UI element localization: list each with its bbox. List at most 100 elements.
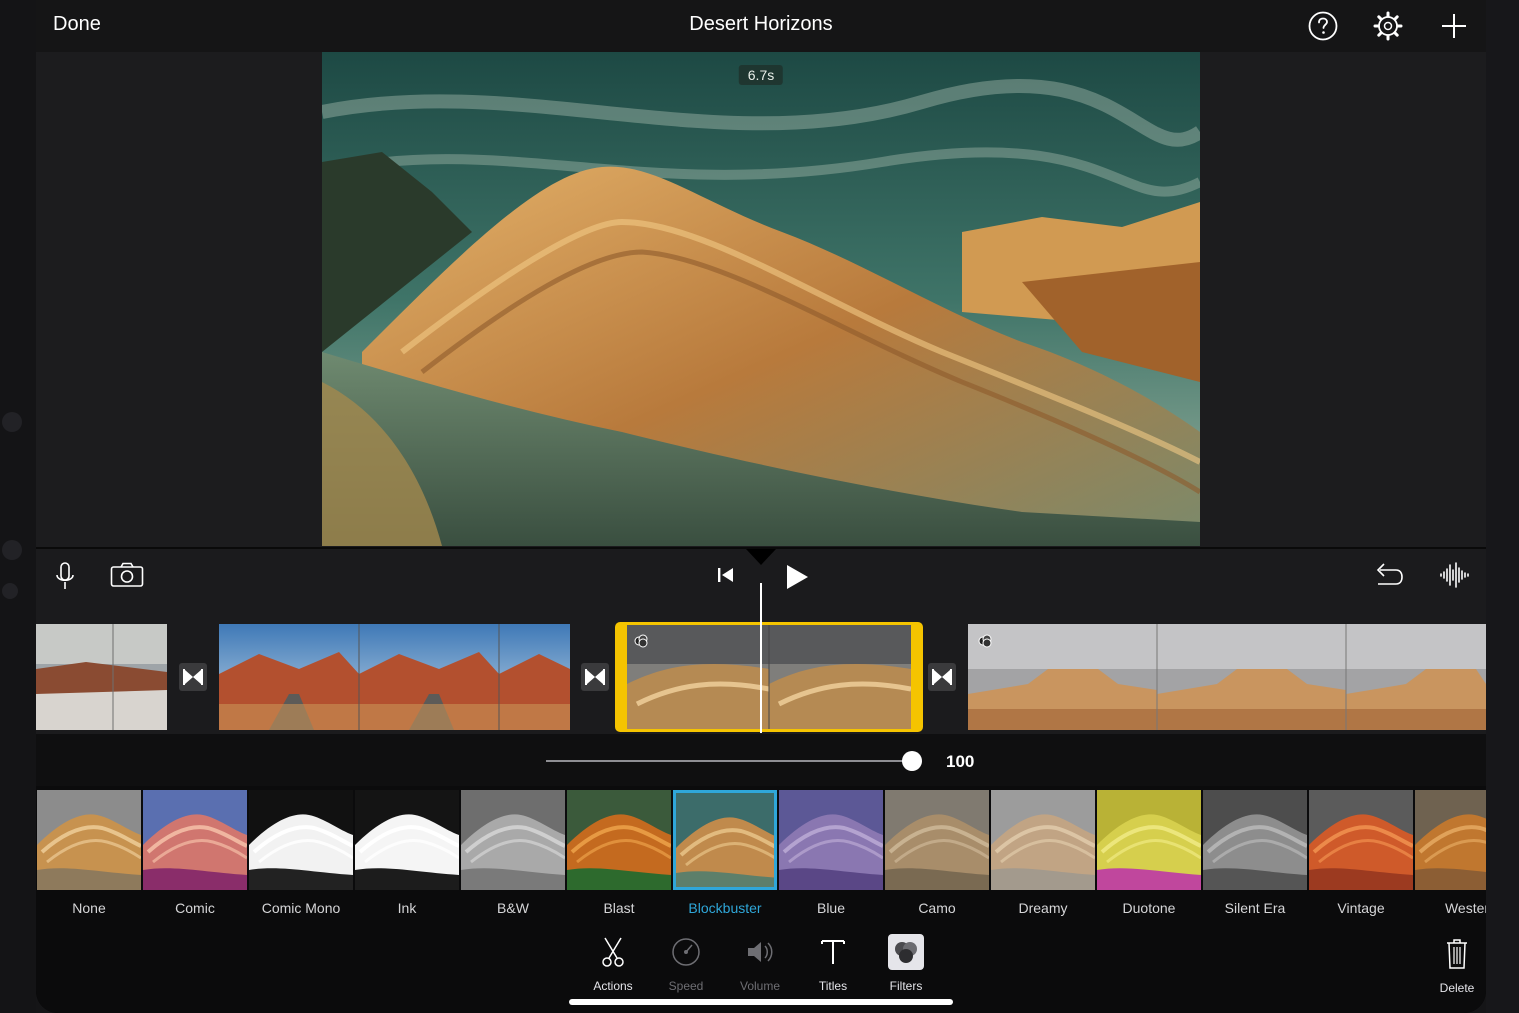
filter-label: Vintage (1337, 900, 1385, 916)
video-preview[interactable]: 6.7s (322, 52, 1200, 546)
filter-option[interactable]: Duotone (1097, 790, 1201, 916)
filter-label: Silent Era (1224, 900, 1286, 916)
actions-label: Actions (593, 979, 633, 993)
volume-button[interactable]: Volume (725, 934, 795, 994)
clip-thumbnail (219, 624, 570, 730)
transition-button[interactable] (179, 663, 207, 691)
slider-track[interactable] (546, 760, 912, 762)
filter-option[interactable]: B&W (461, 790, 565, 916)
filter-option[interactable]: Blue (779, 790, 883, 916)
clip-thumbnail (968, 624, 1486, 730)
clip-selection-border[interactable] (615, 622, 923, 732)
filter-thumbnail (461, 790, 565, 890)
filter-option[interactable]: Dreamy (991, 790, 1095, 916)
actions-button[interactable]: Actions (578, 934, 648, 994)
speed-label: Speed (668, 979, 704, 993)
home-indicator[interactable] (569, 999, 953, 1005)
filter-thumbnail (1415, 790, 1486, 890)
filter-option[interactable]: Wester (1415, 790, 1486, 916)
filter-applied-icon (634, 634, 648, 648)
filter-thumbnail (1097, 790, 1201, 890)
microphone-icon[interactable] (54, 561, 76, 593)
speed-button[interactable]: Speed (651, 934, 721, 994)
titles-t-icon (821, 940, 845, 964)
volume-label: Volume (739, 979, 781, 993)
filter-option[interactable]: Ink (355, 790, 459, 916)
filter-thumbnail (249, 790, 353, 890)
filter-thumbnail (355, 790, 459, 890)
playhead-marker (746, 549, 776, 565)
settings-gear-icon[interactable] (1372, 10, 1404, 42)
speedometer-icon (672, 938, 700, 966)
preview-frame-image (322, 52, 1200, 546)
filters-label: Filters (889, 979, 923, 993)
filter-option[interactable]: Comic Mono (249, 790, 353, 916)
project-title: Desert Horizons (689, 13, 833, 35)
slider-knob[interactable] (902, 751, 922, 771)
filter-thumbnail (885, 790, 989, 890)
top-bar: Done Desert Horizons (36, 0, 1486, 52)
transition-button[interactable] (581, 663, 609, 691)
transition-bowtie-icon (585, 669, 605, 685)
clip-duration-label: 6.7s (738, 65, 784, 85)
filter-label: Blast (603, 900, 635, 916)
filter-thumbnail (567, 790, 671, 890)
video-viewer: 6.7s (36, 52, 1486, 547)
filter-thumbnail (37, 790, 141, 890)
filter-label: None (72, 900, 106, 916)
trash-icon (1447, 939, 1467, 969)
clip-thumbnail (36, 624, 167, 730)
filter-option[interactable]: None (37, 790, 141, 916)
filter-thumbnail (1203, 790, 1307, 890)
filter-option[interactable]: Comic (143, 790, 247, 916)
delete-label: Delete (1439, 981, 1475, 995)
filters-button[interactable]: Filters (871, 934, 941, 994)
left-bezel (0, 0, 36, 1013)
filter-option[interactable]: Blockbuster (673, 790, 777, 916)
undo-icon[interactable] (1372, 561, 1404, 589)
filter-option[interactable]: Vintage (1309, 790, 1413, 916)
filter-label: Comic (175, 900, 215, 916)
filter-thumbnail (143, 790, 247, 890)
filter-intensity-slider: 100 (36, 734, 1486, 786)
audio-waveform-icon[interactable] (1438, 561, 1470, 589)
bottom-toolbar: Actions Speed Volume Titles Filters Dele… (36, 920, 1486, 1013)
filter-label: Comic Mono (261, 900, 341, 916)
filter-option[interactable]: Silent Era (1203, 790, 1307, 916)
filter-option[interactable]: Blast (567, 790, 671, 916)
filter-thumbnail (673, 790, 777, 890)
timeline-clip[interactable] (219, 624, 570, 730)
filter-picker: None Comic Comic Mono Ink B&W Blast Blockbuste… (36, 786, 1486, 920)
filter-label: B&W (497, 900, 529, 916)
scissors-icon (602, 937, 624, 967)
timeline-clip[interactable] (36, 624, 167, 730)
transition-bowtie-icon (932, 669, 952, 685)
skip-to-start-icon[interactable] (716, 565, 736, 585)
titles-button[interactable]: Titles (798, 934, 868, 994)
timeline-clip[interactable] (968, 624, 1486, 730)
filter-applied-icon (978, 634, 992, 648)
imovie-window: Done Desert Horizons 6.7s 100 None Comic… (36, 0, 1486, 1013)
filter-label: Blue (816, 900, 846, 916)
help-icon[interactable] (1307, 10, 1339, 42)
slider-value: 100 (946, 752, 975, 771)
filter-label: Wester (1444, 900, 1486, 916)
play-icon[interactable] (784, 563, 810, 591)
right-bezel (1486, 0, 1519, 1013)
camera-icon[interactable] (110, 562, 144, 588)
filter-label: Dreamy (1018, 900, 1068, 916)
bezel-dot (2, 583, 18, 599)
add-plus-icon[interactable] (1438, 10, 1470, 42)
filters-icon (888, 934, 924, 970)
filter-thumbnail (991, 790, 1095, 890)
bezel-dot (2, 412, 22, 432)
filter-thumbnail (1309, 790, 1413, 890)
titles-label: Titles (818, 979, 848, 993)
playhead-line[interactable] (760, 583, 762, 733)
filter-label: Camo (918, 900, 956, 916)
delete-button[interactable]: Delete (1422, 936, 1486, 996)
filter-option[interactable]: Camo (885, 790, 989, 916)
transition-button[interactable] (928, 663, 956, 691)
filter-label: Duotone (1122, 900, 1176, 916)
speaker-icon (748, 942, 773, 962)
